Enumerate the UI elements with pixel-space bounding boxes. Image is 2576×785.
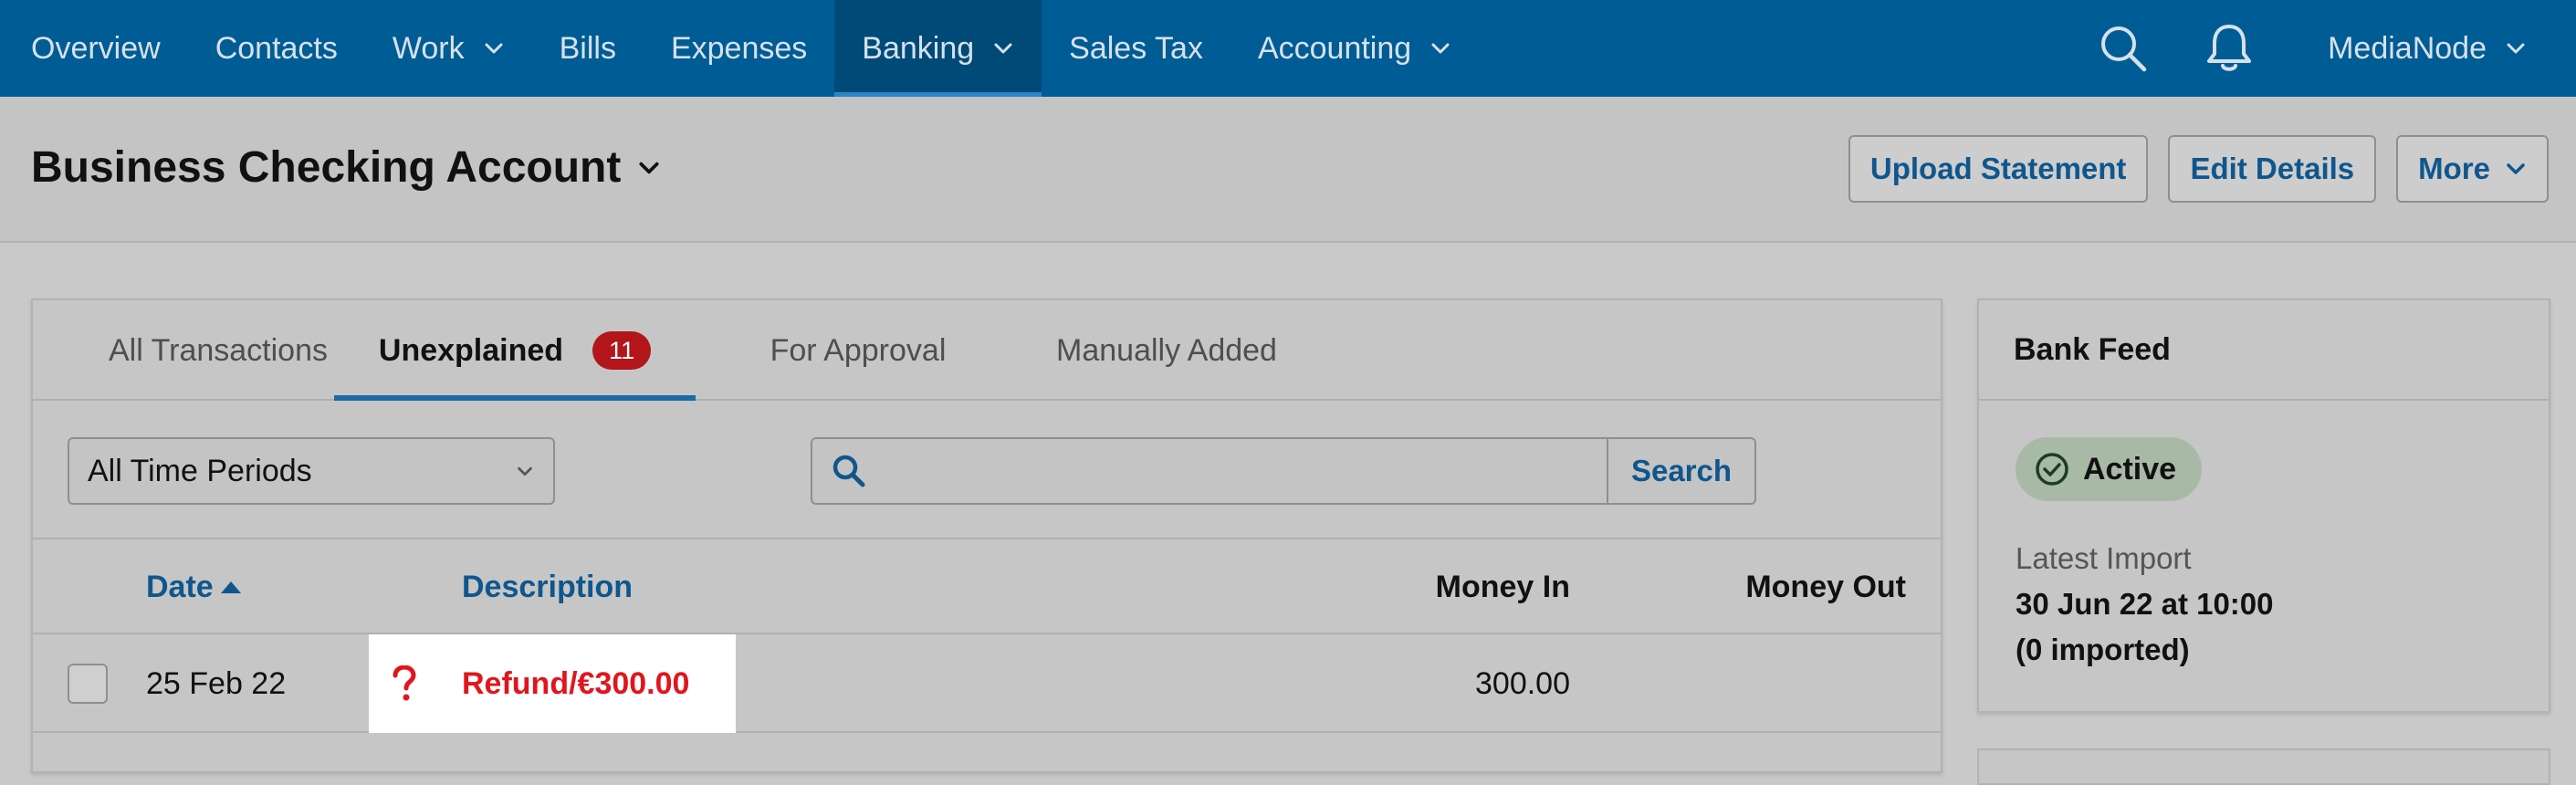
chevron-down-icon [1429, 37, 1451, 59]
transactions-card: All Transactions Unexplained 11 For Appr… [31, 298, 1942, 773]
nav-item-banking[interactable]: Banking [834, 0, 1042, 97]
upload-statement-button[interactable]: Upload Statement [1848, 135, 2149, 203]
tab-all-transactions[interactable]: All Transactions [68, 300, 369, 401]
column-money-in-label: Money In [1435, 569, 1570, 604]
secondary-side-card [1977, 748, 2550, 785]
nav-item-sales-tax[interactable]: Sales Tax [1042, 0, 1230, 97]
more-button[interactable]: More [2396, 135, 2549, 203]
bank-feed-card: Bank Feed Active Latest Import 30 Jun 22… [1977, 298, 2550, 713]
tab-for-approval[interactable]: For Approval [732, 300, 984, 401]
imported-count: (0 imported) [2016, 633, 2190, 666]
question-icon [391, 634, 418, 733]
edit-details-button[interactable]: Edit Details [2168, 135, 2377, 203]
column-money-in: Money In [1436, 539, 1570, 634]
latest-import-label: Latest Import [2016, 541, 2192, 575]
tab-label: Manually Added [1056, 332, 1277, 368]
column-date[interactable]: Date [146, 539, 241, 634]
check-circle-icon [2034, 451, 2070, 487]
nav-item-contacts[interactable]: Contacts [188, 0, 365, 97]
nav-item-label: Work [392, 30, 465, 66]
table-header: Date Description Money In Money Out [33, 539, 1941, 634]
sort-ascending-icon [220, 581, 241, 593]
table-row[interactable]: 25 Feb 22 Refund/€300.00 300.00 [33, 634, 1941, 733]
search-icon [812, 439, 885, 503]
row-date: 25 Feb 22 [146, 665, 287, 701]
chevron-down-icon [992, 37, 1014, 59]
column-date-label: Date [146, 569, 214, 604]
page-header: Business Checking Account Upload Stateme… [0, 97, 2576, 243]
search-icon[interactable] [2098, 23, 2149, 74]
nav-item-label: Sales Tax [1069, 30, 1203, 66]
nav-item-label: Overview [31, 30, 161, 66]
top-nav: Overview Contacts Work Bills Expenses Ba… [0, 0, 2576, 97]
column-description[interactable]: Description [462, 539, 633, 634]
tab-label: Unexplained [378, 332, 564, 368]
chevron-down-icon [483, 37, 505, 59]
count-badge: 11 [592, 331, 652, 370]
user-menu[interactable]: MediaNode [2328, 31, 2576, 67]
filter-bar: All Time Periods Search [33, 401, 1941, 539]
nav-item-label: Accounting [1257, 30, 1412, 66]
header-actions: Upload Statement Edit Details More [1828, 135, 2549, 203]
chevron-down-icon [515, 461, 535, 481]
nav-item-label: Banking [862, 30, 975, 66]
nav-item-overview[interactable]: Overview [0, 0, 188, 97]
status-badge: Active [2016, 437, 2203, 501]
column-money-out-label: Money Out [1745, 569, 1906, 604]
nav-item-label: Contacts [215, 30, 338, 66]
upload-statement-label: Upload Statement [1869, 152, 2127, 185]
status-label: Active [2083, 451, 2177, 487]
search-button-label: Search [1630, 454, 1733, 487]
row-money-in: 300.00 [1475, 665, 1570, 701]
page-title: Business Checking Account [31, 143, 622, 192]
tab-label: All Transactions [109, 332, 328, 368]
row-checkbox[interactable] [68, 664, 108, 704]
chevron-down-icon [2505, 37, 2527, 59]
column-money-out: Money Out [1745, 539, 1906, 634]
period-select-value: All Time Periods [88, 453, 312, 488]
period-select[interactable]: All Time Periods [68, 437, 555, 505]
row-description-link[interactable]: Refund/€300.00 [462, 634, 689, 733]
chevron-down-icon [637, 156, 661, 180]
tab-manually-added[interactable]: Manually Added [1021, 300, 1313, 401]
bell-icon[interactable] [2204, 23, 2255, 74]
nav-item-work[interactable]: Work [365, 0, 532, 97]
nav-item-label: Bills [559, 30, 616, 66]
user-name: MediaNode [2328, 30, 2487, 66]
edit-details-label: Edit Details [2190, 152, 2355, 185]
nav-item-bills[interactable]: Bills [532, 0, 644, 97]
tab-label: For Approval [770, 332, 947, 368]
latest-import-time: 30 Jun 22 at 10:00 [2016, 587, 2274, 621]
search-box: Search [811, 437, 1756, 505]
bank-feed-title: Bank Feed [1979, 300, 2549, 401]
nav-item-expenses[interactable]: Expenses [644, 0, 834, 97]
nav-right: MediaNode [2098, 0, 2576, 97]
tab-unexplained[interactable]: Unexplained 11 [334, 300, 696, 401]
more-label: More [2418, 152, 2490, 185]
column-description-label: Description [462, 569, 634, 604]
nav-item-label: Expenses [670, 30, 808, 66]
nav-item-accounting[interactable]: Accounting [1230, 0, 1479, 97]
search-button[interactable]: Search [1607, 439, 1754, 503]
chevron-down-icon [2505, 158, 2527, 180]
transaction-tabs: All Transactions Unexplained 11 For Appr… [33, 300, 1941, 401]
account-selector[interactable]: Business Checking Account [31, 142, 661, 193]
search-input[interactable] [885, 438, 1607, 504]
